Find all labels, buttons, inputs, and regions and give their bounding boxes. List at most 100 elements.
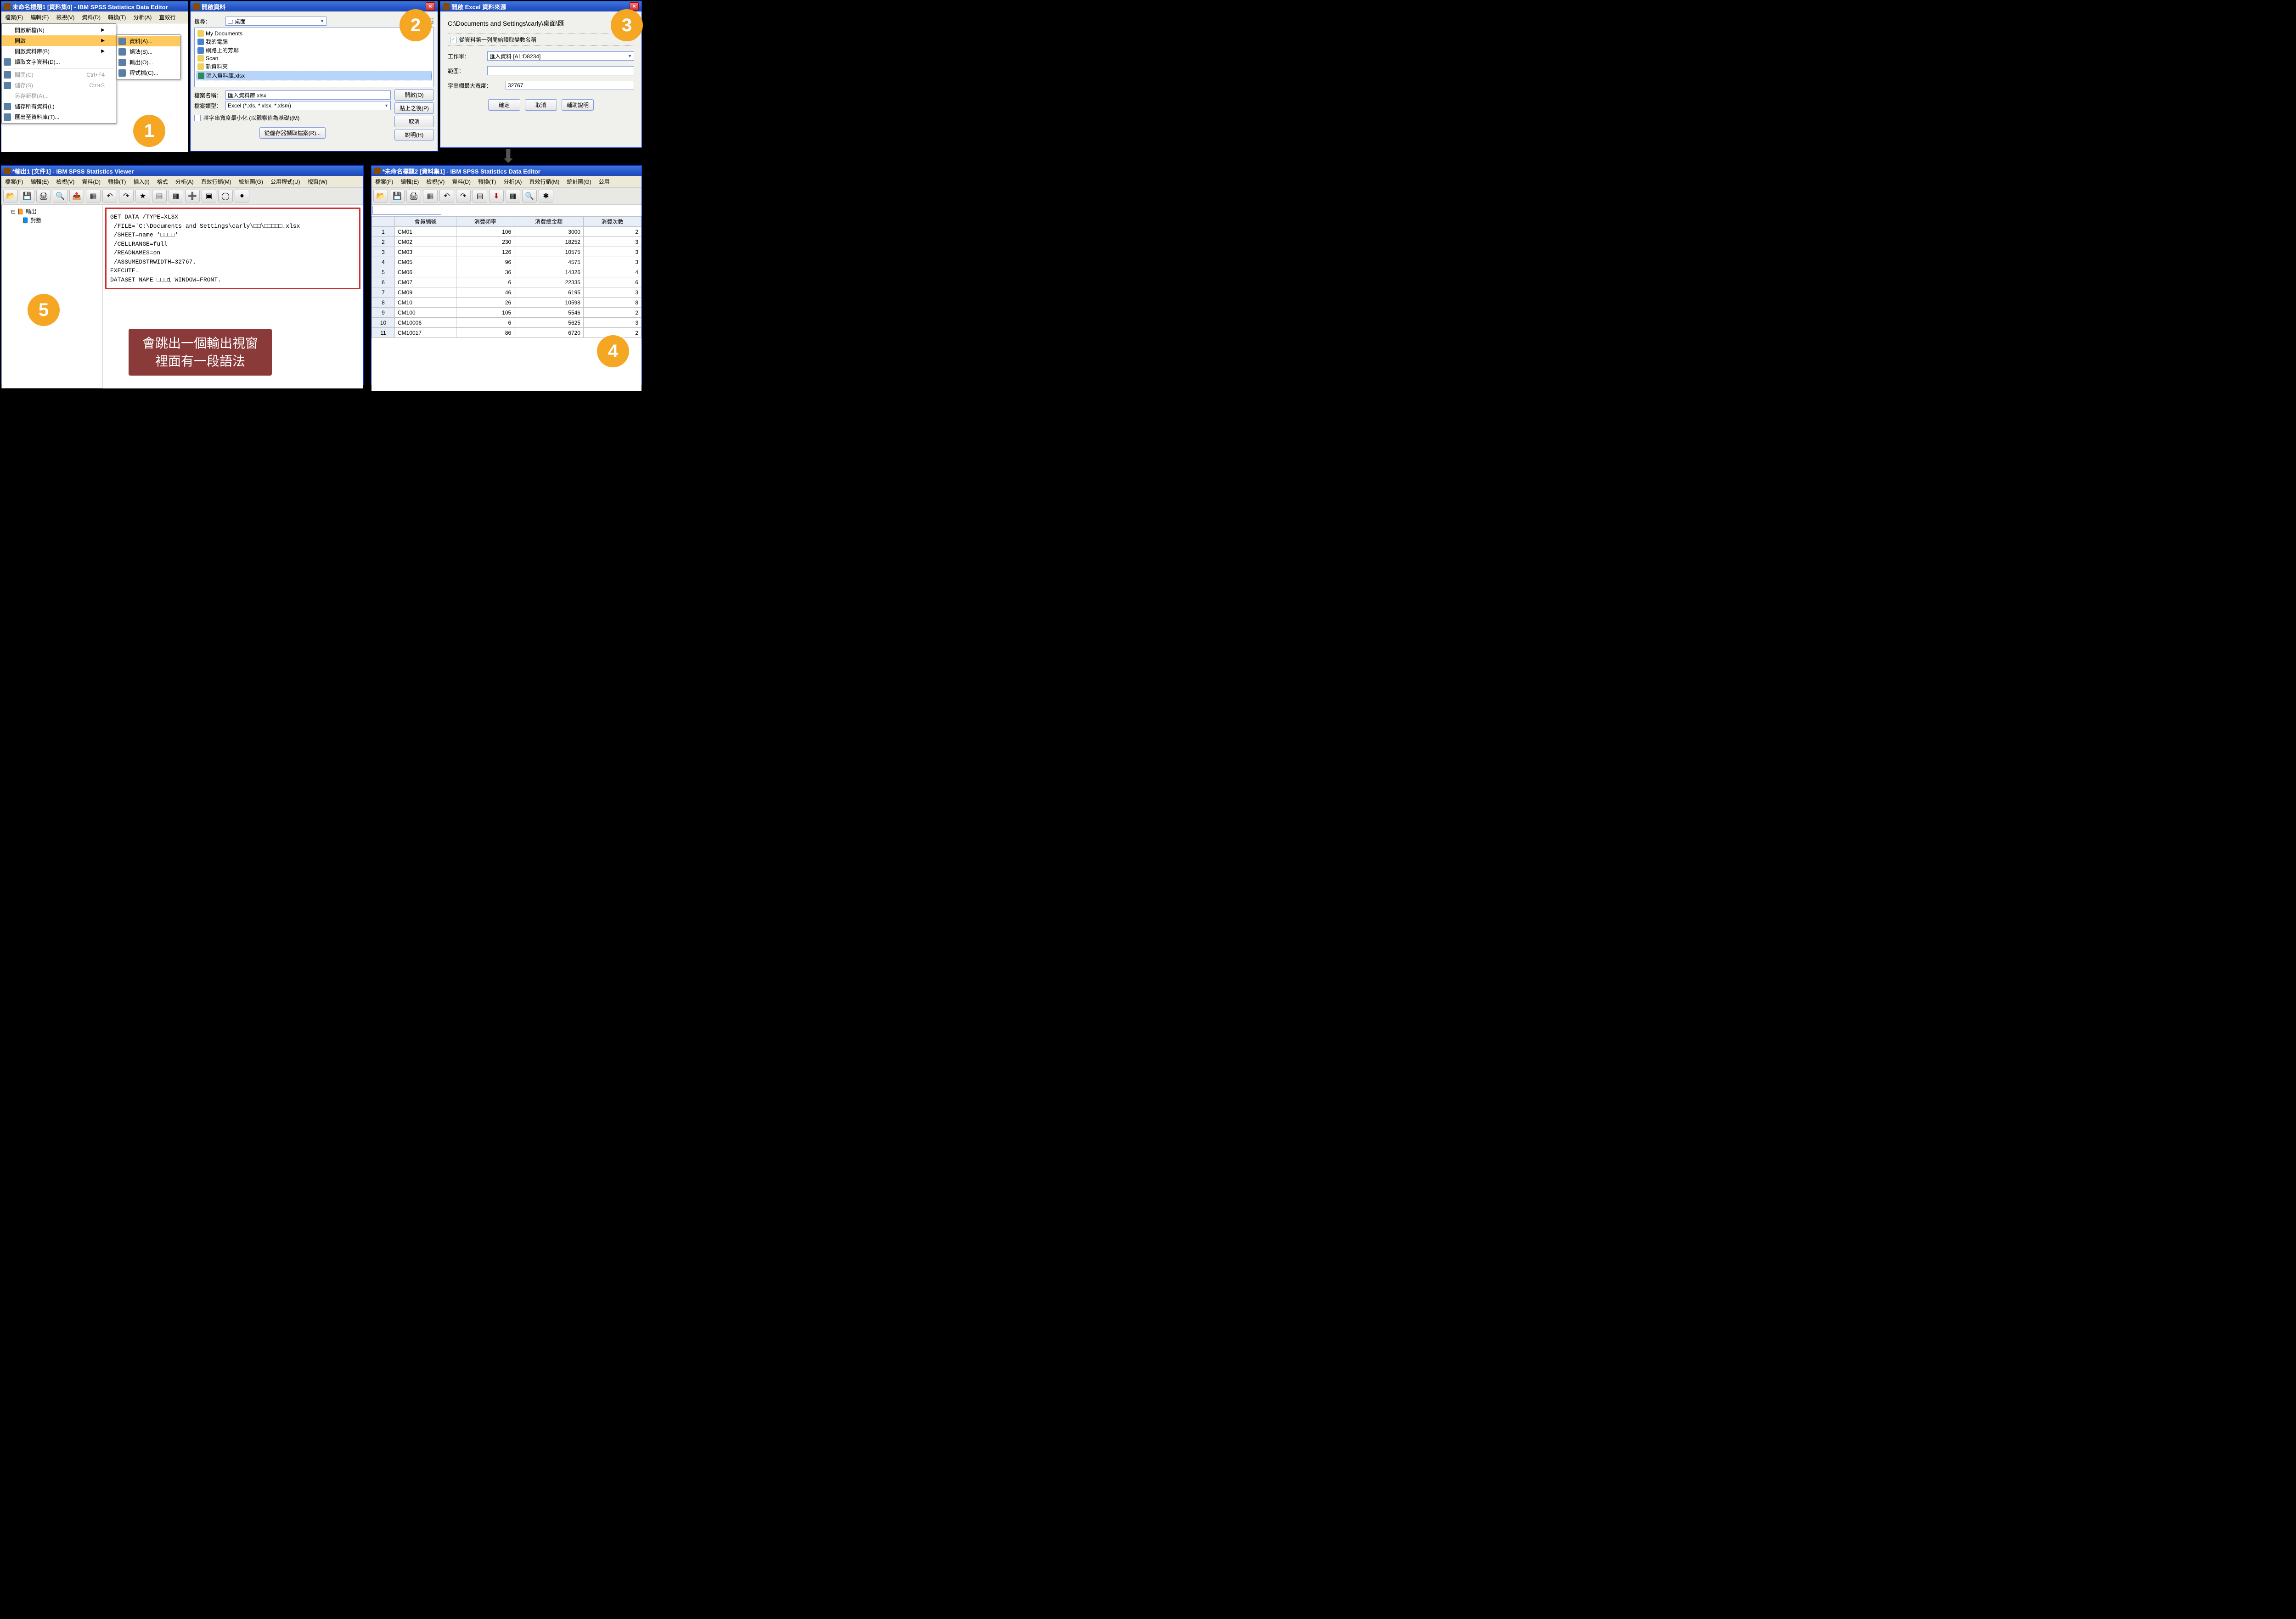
cell[interactable]: 26 xyxy=(456,298,514,308)
menu-item[interactable]: 視窗(W) xyxy=(306,177,329,186)
menu-item[interactable]: 檔案(F) xyxy=(3,177,25,186)
panel5-menubar[interactable]: 檔案(F)編輯(E)檢視(V)資料(D)轉換(T)插入(I)格式分析(A)直效行… xyxy=(1,176,363,188)
cell[interactable]: CM06 xyxy=(395,267,456,277)
split-icon[interactable]: ✱ xyxy=(539,190,553,202)
open-icon[interactable]: 📂 xyxy=(373,190,388,202)
cell[interactable]: 86 xyxy=(456,328,514,338)
cell[interactable]: CM100 xyxy=(395,308,456,318)
cell[interactable]: 126 xyxy=(456,247,514,257)
menu-item[interactable]: 統計圖(G) xyxy=(237,177,265,186)
cell[interactable]: 8 xyxy=(583,298,641,308)
cell[interactable]: 46 xyxy=(456,287,514,298)
cell[interactable]: 2 xyxy=(583,308,641,318)
sort-icon[interactable]: ▤ xyxy=(473,190,487,202)
insert-icon[interactable]: ➕ xyxy=(185,190,200,202)
goto-icon[interactable]: ▦ xyxy=(86,190,101,202)
menu-item[interactable]: 檔案(F) xyxy=(373,177,395,186)
cell[interactable]: 3 xyxy=(583,247,641,257)
row-header[interactable]: 4 xyxy=(372,257,395,267)
filename-input[interactable] xyxy=(225,90,391,100)
cell[interactable]: 5625 xyxy=(514,318,584,328)
cell[interactable]: 6 xyxy=(456,277,514,287)
menu-item[interactable]: 關閉(C)Ctrl+F4 xyxy=(2,69,116,80)
submenu-item[interactable]: 程式檔(C)... xyxy=(117,67,180,78)
menu-item[interactable]: 直效行 xyxy=(157,12,177,22)
cell[interactable]: 106 xyxy=(456,227,514,237)
cell[interactable]: 5546 xyxy=(514,308,584,318)
menu-item[interactable]: 儲存所有資料(L) xyxy=(2,101,116,112)
menu-item[interactable]: 公用程式(U) xyxy=(269,177,302,186)
cell[interactable]: 3 xyxy=(583,287,641,298)
cell-editor[interactable] xyxy=(372,206,441,215)
cell[interactable]: CM02 xyxy=(395,237,456,247)
row-header[interactable]: 2 xyxy=(372,237,395,247)
cell[interactable]: 3000 xyxy=(514,227,584,237)
row-header[interactable]: 5 xyxy=(372,267,395,277)
save-icon[interactable]: 💾 xyxy=(390,190,405,202)
cell[interactable]: 18252 xyxy=(514,237,584,247)
cell[interactable]: 4 xyxy=(583,267,641,277)
open-icon[interactable]: 📂 xyxy=(3,190,18,202)
minimize-checkbox[interactable] xyxy=(194,115,201,121)
cell[interactable]: CM07 xyxy=(395,277,456,287)
cell[interactable]: 96 xyxy=(456,257,514,267)
menu-item[interactable]: 讀取文字資料(D)... xyxy=(2,56,116,67)
menu-item[interactable]: 分析(A) xyxy=(174,177,196,186)
file-item[interactable]: My Documents xyxy=(197,30,432,37)
file-item[interactable]: Scan xyxy=(197,55,432,62)
cell[interactable]: CM10006 xyxy=(395,318,456,328)
cell[interactable]: 10575 xyxy=(514,247,584,257)
menu-item[interactable]: 編輯(E) xyxy=(28,12,51,22)
chart-icon[interactable]: ▦ xyxy=(169,190,183,202)
menu-item[interactable]: 檢視(V) xyxy=(54,177,76,186)
ok-button[interactable]: 確定 xyxy=(488,99,520,111)
menu-item[interactable]: 直效行銷(M) xyxy=(527,177,561,186)
save-icon[interactable]: 💾 xyxy=(20,190,34,202)
range-input[interactable] xyxy=(487,66,634,75)
submenu-item[interactable]: 資料(A)... xyxy=(117,36,180,46)
table-icon[interactable]: ▤ xyxy=(152,190,167,202)
menu-item[interactable]: 資料(D) xyxy=(80,177,102,186)
menu-item[interactable]: 另存新檔(A)... xyxy=(2,90,116,101)
menu-item[interactable]: 分析(A) xyxy=(501,177,523,186)
menu-item[interactable]: 開啟▶ xyxy=(2,35,116,46)
row-header[interactable]: 6 xyxy=(372,277,395,287)
menu-item[interactable]: 檔案(F) xyxy=(3,12,25,22)
print-icon[interactable]: 🖨 xyxy=(406,190,421,202)
row-header[interactable]: 11 xyxy=(372,328,395,338)
cell[interactable]: 6195 xyxy=(514,287,584,298)
menu-item[interactable]: 格式 xyxy=(155,177,170,186)
width-input[interactable] xyxy=(506,81,634,90)
cancel-button[interactable]: 取消 xyxy=(525,99,557,111)
row-header[interactable]: 7 xyxy=(372,287,395,298)
menu-item[interactable]: 統計圖(G) xyxy=(565,177,593,186)
redo-icon[interactable]: ↷ xyxy=(456,190,471,202)
cell[interactable]: CM05 xyxy=(395,257,456,267)
tree-root[interactable]: ⊟ 📙 輸出 xyxy=(4,207,100,216)
preview-icon[interactable]: 🔍 xyxy=(53,190,68,202)
venn-icon[interactable]: ◯ xyxy=(218,190,233,202)
cell[interactable]: CM01 xyxy=(395,227,456,237)
panel1-menubar[interactable]: 檔案(F)編輯(E)檢視(V)資料(D)轉換(T)分析(A)直效行 xyxy=(1,11,188,23)
cell[interactable]: 6 xyxy=(583,277,641,287)
menu-item[interactable]: 編輯(E) xyxy=(28,177,51,186)
file-item[interactable]: 網路上的芳鄰 xyxy=(197,46,432,55)
column-header[interactable]: 會員編號 xyxy=(395,217,456,227)
column-header[interactable]: 消費次數 xyxy=(583,217,641,227)
undo-icon[interactable]: ↶ xyxy=(102,190,117,202)
circle-icon[interactable]: ● xyxy=(235,190,249,202)
panel4-toolbar[interactable]: 📂 💾 🖨 ▦ ↶ ↷ ▤ ⬇ ▦ 🔍 ✱ xyxy=(371,188,642,205)
row-header[interactable]: 1 xyxy=(372,227,395,237)
repo-button[interactable]: 從儲存器擷取檔案(R)... xyxy=(259,127,326,139)
panel4-menubar[interactable]: 檔案(F)編輯(E)檢視(V)資料(D)轉換(T)分析(A)直效行銷(M)統計圖… xyxy=(371,176,642,188)
menu-item[interactable]: 資料(D) xyxy=(80,12,102,22)
file-list[interactable]: My Documents我的電腦網路上的芳鄰Scan新資料夾匯入資料庫.xlsx xyxy=(194,28,434,87)
cell[interactable]: CM03 xyxy=(395,247,456,257)
submenu-item[interactable]: 語法(S)... xyxy=(117,46,180,57)
data-grid[interactable]: 會員編號消費頻率消費總金額消費次數1CM01106300022CM0223018… xyxy=(371,216,642,391)
file-item[interactable]: 匯入資料庫.xlsx xyxy=(197,71,432,80)
paste-button[interactable]: 貼上之後(P) xyxy=(394,102,434,114)
close-button[interactable]: × xyxy=(426,2,435,11)
menu-item[interactable]: 轉換(T) xyxy=(106,177,128,186)
cell[interactable]: 6720 xyxy=(514,328,584,338)
